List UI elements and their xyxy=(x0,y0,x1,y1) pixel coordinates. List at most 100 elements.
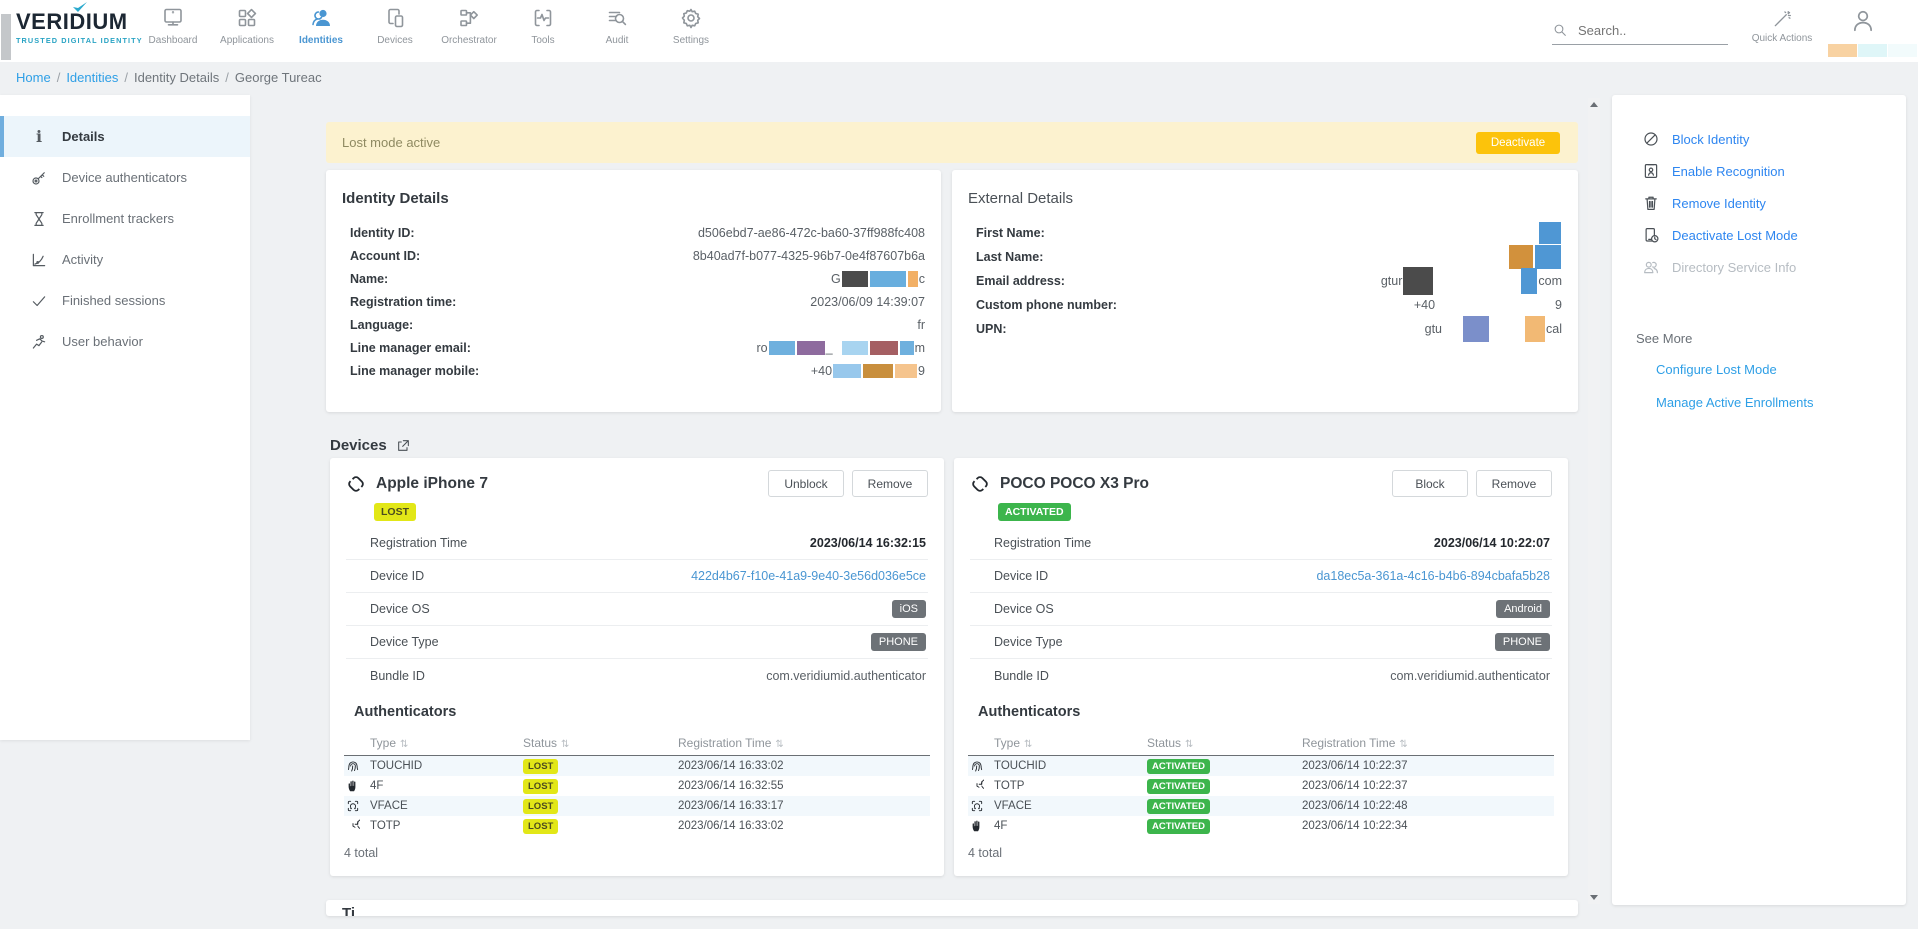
authenticator-type: 4F xyxy=(370,780,523,792)
value-text: m xyxy=(915,341,925,355)
info-icon: i xyxy=(30,128,48,146)
nav-item-audit[interactable]: Audit xyxy=(580,6,654,58)
device-status-badge: ACTIVATED xyxy=(998,503,1071,521)
device-detail-label: Bundle ID xyxy=(994,669,1049,683)
magic-wand-icon xyxy=(1772,9,1792,29)
nav-item-dashboard[interactable]: Dashboard xyxy=(136,6,210,58)
devices-section-heading: Devices xyxy=(330,437,411,454)
quick-actions-button[interactable]: Quick Actions xyxy=(1752,9,1812,44)
detail-label: First Name: xyxy=(976,226,1045,240)
remove-device-button[interactable]: Remove xyxy=(852,470,928,497)
phone-clock-icon xyxy=(1642,226,1660,244)
search-input[interactable] xyxy=(1578,23,1708,38)
device-detail-value[interactable]: da18ec5a-361a-4c16-b4b6-894cbafa5b28 xyxy=(1316,569,1550,583)
sidebar-item-activity[interactable]: Activity xyxy=(0,239,250,280)
breadcrumb: Home/Identities/Identity Details/George … xyxy=(16,70,322,85)
totp-icon xyxy=(346,819,360,833)
breadcrumb-identity-details: Identity Details xyxy=(134,70,219,85)
user-icon xyxy=(1850,8,1876,34)
column-header-registration-time[interactable]: Registration Time⇅ xyxy=(1302,736,1554,750)
sidebar-item-user-behavior[interactable]: User behavior xyxy=(0,321,250,362)
sort-icon: ⇅ xyxy=(1185,739,1193,750)
trash-icon xyxy=(1642,194,1660,212)
nav-item-applications[interactable]: Applications xyxy=(210,6,284,58)
detail-value: ro_m xyxy=(757,341,926,355)
hand-icon xyxy=(970,819,984,833)
sort-icon: ⇅ xyxy=(400,739,408,750)
detail-row: Line manager email:ro_m xyxy=(350,336,925,359)
authenticator-type: TOTP xyxy=(370,820,523,832)
deactivate-lost-mode-button[interactable]: Deactivate xyxy=(1476,132,1560,154)
nav-item-settings[interactable]: Settings xyxy=(654,6,728,58)
value-text: d506ebd7-ae86-472c-ba60-37ff988fc408 xyxy=(698,226,925,240)
sort-icon: ⇅ xyxy=(1399,739,1407,750)
authenticators-header-row: Type⇅Status⇅Registration Time⇅ xyxy=(344,730,930,756)
face-icon xyxy=(346,799,360,813)
device-detail-value[interactable]: 422d4b67-f10e-41a9-9e40-3e56d036e5ce xyxy=(691,569,926,583)
redaction-block xyxy=(833,364,861,378)
value-text: +40 xyxy=(1414,298,1435,312)
action-block-identity[interactable]: Block Identity xyxy=(1612,123,1906,155)
nav-item-tools[interactable]: Tools xyxy=(506,6,580,58)
nav-item-orchestrator[interactable]: Orchestrator xyxy=(432,6,506,58)
detail-value: 2023/06/09 14:39:07 xyxy=(810,295,925,309)
unblock-device-button[interactable]: Unblock xyxy=(768,470,844,497)
detail-label: Identity ID: xyxy=(350,226,415,240)
action-label: Block Identity xyxy=(1672,132,1749,147)
device-detail-value: com.veridiumid.authenticator xyxy=(766,669,926,683)
sidebar-item-enrollment-trackers[interactable]: Enrollment trackers xyxy=(0,198,250,239)
authenticator-status-badge: LOST xyxy=(523,799,558,814)
sidebar-item-label: User behavior xyxy=(62,334,143,349)
column-header-registration-time[interactable]: Registration Time⇅ xyxy=(678,736,930,750)
action-label: Directory Service Info xyxy=(1672,260,1796,275)
column-header-status[interactable]: Status⇅ xyxy=(523,736,678,750)
partial-section-title: Ti xyxy=(326,900,1578,916)
block-device-button[interactable]: Block xyxy=(1392,470,1468,497)
redaction-block xyxy=(908,271,918,287)
search-icon xyxy=(1552,22,1568,38)
sidebar-item-details[interactable]: iDetails xyxy=(0,116,250,157)
link-manage-active-enrollments[interactable]: Manage Active Enrollments xyxy=(1656,395,1906,412)
authenticator-type: VFACE xyxy=(994,800,1147,812)
column-header-type[interactable]: Type⇅ xyxy=(994,736,1147,750)
device-detail-value: com.veridiumid.authenticator xyxy=(1390,669,1550,683)
breadcrumb-home[interactable]: Home xyxy=(16,70,51,85)
remove-device-button[interactable]: Remove xyxy=(1476,470,1552,497)
external-link-icon[interactable] xyxy=(395,438,411,454)
hourglass-icon xyxy=(30,210,48,228)
action-enable-recognition[interactable]: Enable Recognition xyxy=(1612,155,1906,187)
detail-label: UPN: xyxy=(976,322,1007,336)
scrollbar-down-arrow[interactable] xyxy=(1590,895,1598,900)
authenticators-total: 4 total xyxy=(954,836,1568,860)
value-text: ro xyxy=(757,341,768,355)
breadcrumb-identities[interactable]: Identities xyxy=(66,70,118,85)
authenticator-row: TOUCHIDACTIVATED2023/06/14 10:22:37 xyxy=(968,756,1554,776)
device-icon xyxy=(970,474,990,494)
applications-icon xyxy=(235,6,259,30)
main-scrollbar[interactable] xyxy=(1588,98,1600,904)
sidebar-item-device-authenticators[interactable]: Device authenticators xyxy=(0,157,250,198)
device-detail-label: Device Type xyxy=(370,635,439,649)
nav-item-label: Tools xyxy=(531,35,554,46)
link-configure-lost-mode[interactable]: Configure Lost Mode xyxy=(1656,362,1906,379)
redaction-block xyxy=(1463,316,1489,342)
nav-item-identities[interactable]: Identities xyxy=(284,6,358,58)
authenticator-status-badge: LOST xyxy=(523,819,558,834)
nav-item-devices[interactable]: Devices xyxy=(358,6,432,58)
column-header-type[interactable]: Type⇅ xyxy=(370,736,523,750)
scrollbar-thumb[interactable] xyxy=(1,14,11,60)
behavior-icon xyxy=(30,333,48,351)
action-remove-identity[interactable]: Remove Identity xyxy=(1612,187,1906,219)
quick-actions-label: Quick Actions xyxy=(1752,33,1813,44)
value-text: c xyxy=(919,272,925,286)
fingerprint-icon xyxy=(346,759,360,773)
column-header-status[interactable]: Status⇅ xyxy=(1147,736,1302,750)
sidebar-item-finished-sessions[interactable]: Finished sessions xyxy=(0,280,250,321)
user-avatar[interactable] xyxy=(1850,8,1876,39)
value-text: gtur xyxy=(1381,274,1403,288)
redaction-block xyxy=(1509,245,1533,269)
device-buttons: Unblock Remove xyxy=(768,470,928,497)
detail-value: gturcom xyxy=(1381,267,1562,295)
scrollbar-up-arrow[interactable] xyxy=(1590,102,1598,107)
action-deactivate-lost-mode[interactable]: Deactivate Lost Mode xyxy=(1612,219,1906,251)
